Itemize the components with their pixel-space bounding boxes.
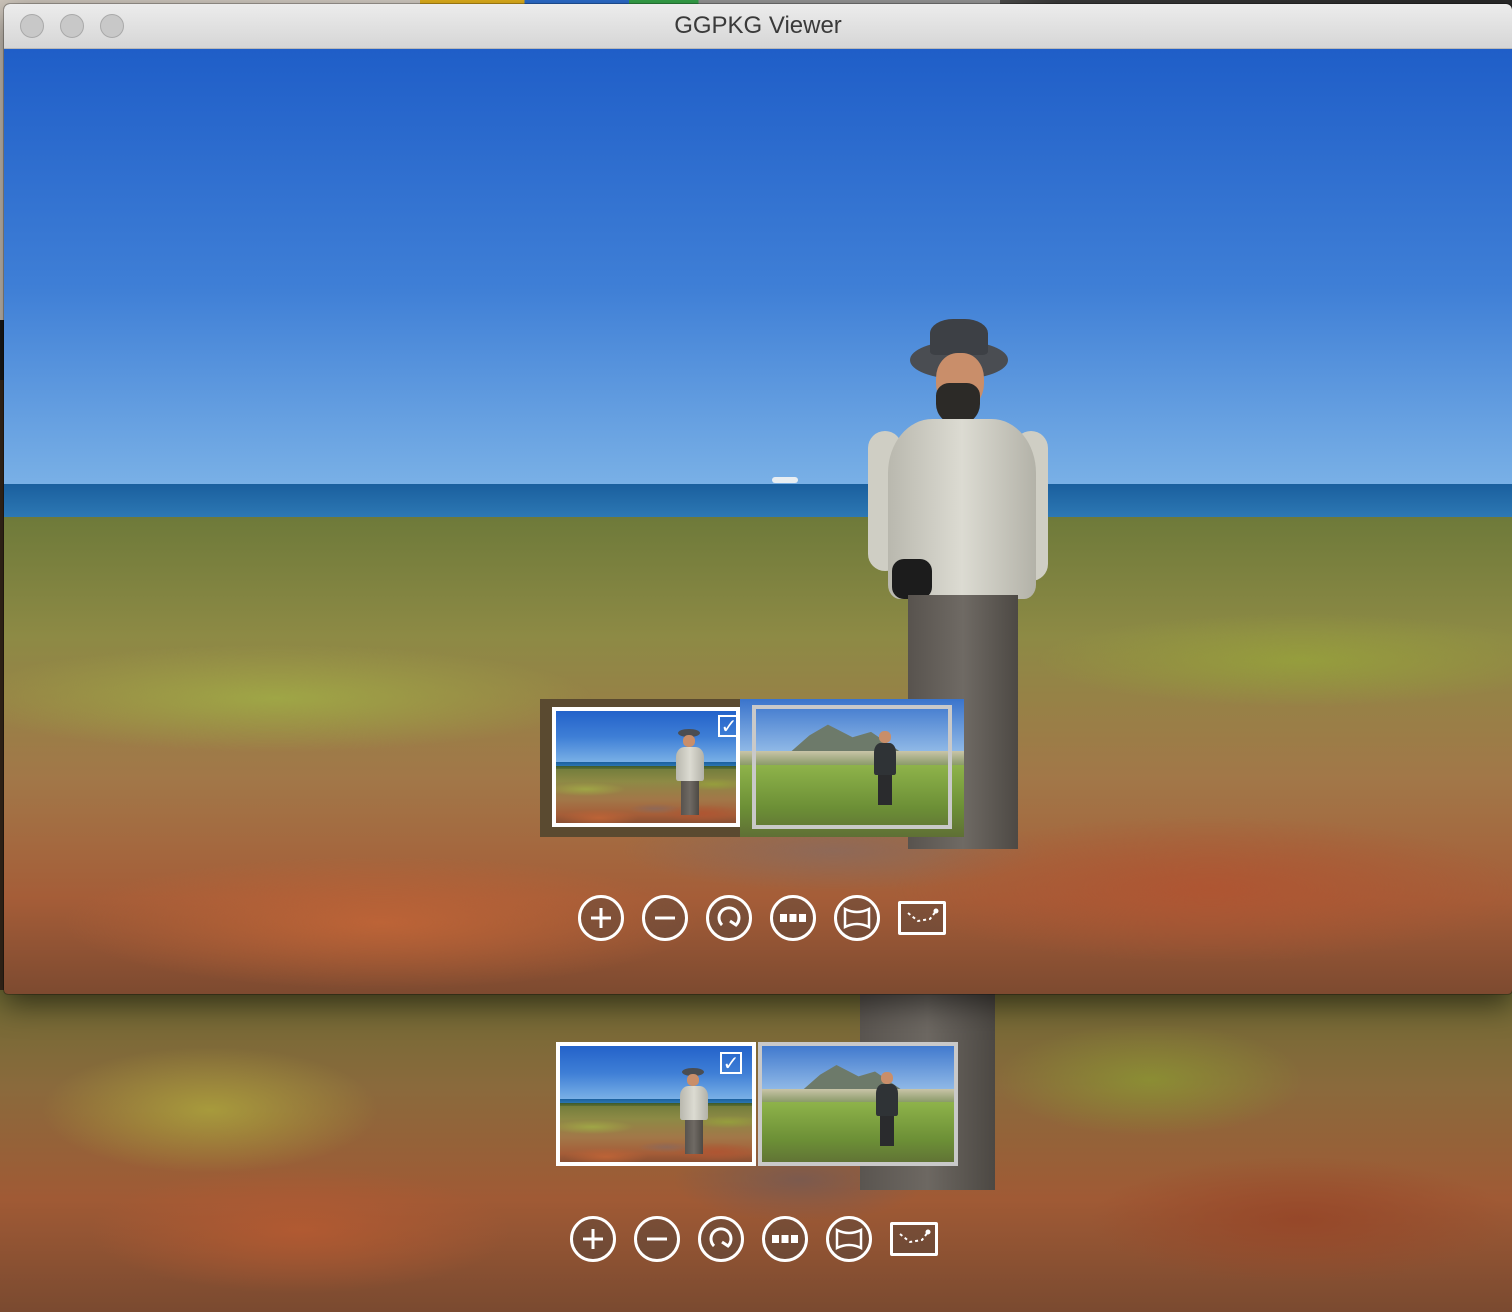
scene-thumbnail-1[interactable]: ✓ (540, 699, 740, 837)
background-hotspot-map-icon (890, 1222, 938, 1256)
viewer-window: GGPKG Viewer ✓ (4, 4, 1512, 994)
scene-thumbnail-2[interactable] (740, 699, 964, 837)
panorama-sky (4, 49, 1512, 484)
hotspots-button[interactable] (898, 901, 946, 935)
background-dots-icon (762, 1216, 808, 1262)
hotspot-map-icon (907, 908, 939, 923)
selected-checkbox-icon: ✓ (718, 715, 740, 737)
ship (772, 477, 798, 483)
plus-circle-icon (591, 908, 611, 928)
auto-rotate-button[interactable] (706, 895, 752, 941)
background-zoom-out-icon (634, 1216, 680, 1262)
zoom-in-button[interactable] (578, 895, 624, 941)
background-thumbnail-1: ✓ (556, 1042, 756, 1166)
background-projection-icon (826, 1216, 872, 1262)
projection-button[interactable] (834, 895, 880, 941)
projection-icon (843, 906, 871, 930)
background-zoom-in-icon (570, 1216, 616, 1262)
title-bar[interactable]: GGPKG Viewer (4, 4, 1512, 49)
viewer-toolbar (578, 895, 950, 945)
background-toolbar (570, 1216, 944, 1264)
dots-icon (780, 914, 806, 922)
panorama-viewport[interactable]: ✓ (4, 49, 1512, 994)
minus-circle-icon (655, 916, 675, 920)
more-options-button[interactable] (770, 895, 816, 941)
background-rotate-icon (698, 1216, 744, 1262)
rotate-icon (717, 906, 741, 927)
scene-thumbnail-strip: ✓ (540, 699, 964, 837)
background-checkbox-icon: ✓ (720, 1052, 742, 1074)
background-thumbnail-2 (758, 1042, 958, 1166)
window-title: GGPKG Viewer (674, 12, 842, 39)
background-thumbnail-strip: ✓ (556, 1042, 958, 1166)
zoom-out-button[interactable] (642, 895, 688, 941)
